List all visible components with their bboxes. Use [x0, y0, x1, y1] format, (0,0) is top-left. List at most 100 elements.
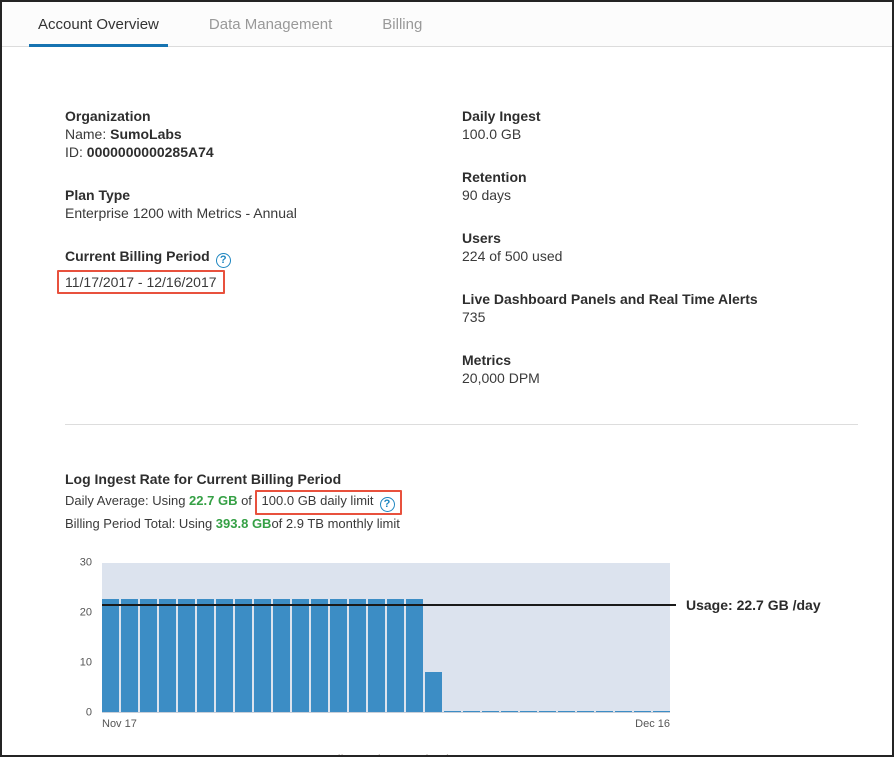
account-columns: Organization Name: SumoLabs ID: 00000000… [65, 107, 858, 412]
plan-type-group: Plan Type Enterprise 1200 with Metrics -… [65, 186, 462, 222]
billing-period-value: 11/17/2017 - 12/16/2017 [65, 274, 217, 290]
organization-id: ID: 0000000000285A74 [65, 143, 462, 161]
tab-billing[interactable]: Billing [373, 2, 431, 46]
retention-value: 90 days [462, 186, 858, 204]
chart-bar [349, 599, 366, 712]
chart-bar [406, 599, 423, 712]
y-tick-label: 0 [86, 708, 92, 719]
chart-bar [102, 599, 119, 712]
name-value: SumoLabs [110, 126, 182, 142]
plan-type-label: Plan Type [65, 186, 462, 204]
daily-average-mid: of [237, 493, 255, 508]
organization-name: Name: SumoLabs [65, 125, 462, 143]
stats-column: Daily Ingest 100.0 GB Retention 90 days … [462, 107, 858, 412]
account-page: Account Overview Data Management Billing… [0, 0, 894, 757]
chart-bar [292, 599, 309, 712]
billing-period-row: 11/17/2017 - 12/16/2017 [65, 270, 462, 294]
retention-group: Retention 90 days [462, 168, 858, 204]
tab-account-overview[interactable]: Account Overview [29, 2, 168, 46]
chart-bar [482, 711, 499, 712]
id-label: ID: [65, 144, 87, 160]
usage-line: Usage: 22.7 GB /day [102, 604, 676, 606]
chart-bar [197, 599, 214, 712]
chart-bar [425, 672, 442, 712]
chart-bar [653, 711, 670, 712]
daily-average-prefix: Daily Average: Using [65, 493, 189, 508]
billing-period-highlight-box: 11/17/2017 - 12/16/2017 [57, 270, 225, 294]
chart-bar [387, 599, 404, 712]
billing-period-label: Current Billing Period? [65, 247, 462, 268]
chart-bar [140, 599, 157, 712]
panels-label: Live Dashboard Panels and Real Time Aler… [462, 290, 858, 308]
panels-group: Live Dashboard Panels and Real Time Aler… [462, 290, 858, 326]
x-tick-end: Dec 16 [635, 718, 670, 730]
ingest-chart: 0102030 Usage: 22.7 GB /day Nov 17 Dec 1… [65, 563, 858, 730]
chart-bar [273, 599, 290, 712]
chart-bar [501, 711, 518, 712]
daily-ingest-group: Daily Ingest 100.0 GB [462, 107, 858, 143]
billing-total-suffix: of 2.9 TB monthly limit [271, 516, 399, 531]
chart-bar [615, 711, 632, 712]
id-value: 0000000000285A74 [87, 144, 214, 160]
organization-label: Organization [65, 107, 462, 125]
chart-bar [159, 599, 176, 712]
chart-bar [577, 711, 594, 712]
billing-period-group: Current Billing Period? 11/17/2017 - 12/… [65, 247, 462, 294]
chart-bar [539, 711, 556, 712]
chart-bar [311, 599, 328, 712]
organization-group: Organization Name: SumoLabs ID: 00000000… [65, 107, 462, 161]
y-tick-label: 20 [80, 608, 92, 619]
tab-data-management-label: Data Management [209, 16, 332, 33]
x-tick-start: Nov 17 [102, 718, 137, 730]
help-icon[interactable]: ? [380, 497, 395, 512]
chart-x-axis: Nov 17 Dec 16 [102, 718, 670, 730]
retention-label: Retention [462, 168, 858, 186]
daily-limit-value: 100.0 GB daily limit [262, 493, 374, 508]
chart-bar [596, 711, 613, 712]
chart-plot [102, 563, 670, 713]
metrics-value: 20,000 DPM [462, 369, 858, 387]
chart-bar [368, 599, 385, 712]
chart-bar [634, 711, 651, 712]
y-tick-label: 10 [80, 658, 92, 669]
billing-total-line: Billing Period Total: Using 393.8 GBof 2… [65, 515, 858, 533]
chart-plot-area: Usage: 22.7 GB /day Nov 17 Dec 16 [102, 563, 670, 730]
tab-account-overview-label: Account Overview [38, 16, 159, 33]
daily-average-value: 22.7 GB [189, 493, 237, 508]
billing-total-prefix: Billing Period Total: Using [65, 516, 216, 531]
y-tick-label: 30 [80, 558, 92, 569]
chart-bar [463, 711, 480, 712]
panels-value: 735 [462, 308, 858, 326]
chart-bar [520, 711, 537, 712]
tab-billing-label: Billing [382, 16, 422, 33]
help-icon[interactable]: ? [216, 253, 231, 268]
name-label: Name: [65, 126, 110, 142]
daily-limit-highlight-box: 100.0 GB daily limit? [255, 490, 402, 515]
daily-ingest-value: 100.0 GB [462, 125, 858, 143]
usage-line-label: Usage: 22.7 GB /day [686, 597, 821, 613]
chart-bar [444, 711, 461, 712]
account-content: Organization Name: SumoLabs ID: 00000000… [2, 47, 892, 757]
chart-bar [121, 599, 138, 712]
daily-average-line: Daily Average: Using 22.7 GB of 100.0 GB… [65, 490, 858, 515]
ingest-section-title: Log Ingest Rate for Current Billing Peri… [65, 471, 858, 487]
chart-y-axis: 0102030 [65, 563, 102, 713]
metrics-label: Metrics [462, 351, 858, 369]
users-group: Users 224 of 500 used [462, 229, 858, 265]
organization-column: Organization Name: SumoLabs ID: 00000000… [65, 107, 462, 412]
billing-total-value: 393.8 GB [216, 516, 272, 531]
chart-axis-title: Daily Total Ingest (GB) [102, 752, 670, 757]
ingest-section: Log Ingest Rate for Current Billing Peri… [65, 471, 858, 757]
chart-bar [254, 599, 271, 712]
metrics-group: Metrics 20,000 DPM [462, 351, 858, 387]
tab-bar: Account Overview Data Management Billing [2, 2, 892, 47]
daily-ingest-label: Daily Ingest [462, 107, 858, 125]
chart-bar [330, 599, 347, 712]
tab-data-management[interactable]: Data Management [200, 2, 341, 46]
users-value: 224 of 500 used [462, 247, 858, 265]
chart-bar [558, 711, 575, 712]
plan-type-value: Enterprise 1200 with Metrics - Annual [65, 204, 462, 222]
users-label: Users [462, 229, 858, 247]
chart-bar [235, 599, 252, 712]
chart-bar [216, 599, 233, 712]
